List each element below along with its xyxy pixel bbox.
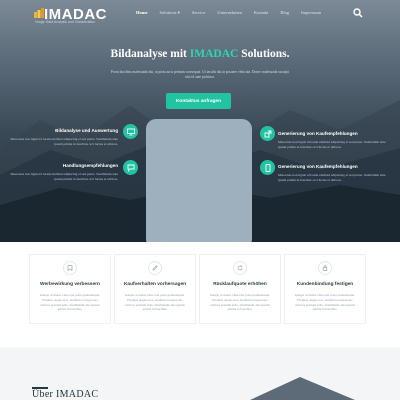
service-title: Rücklaufquote erhöhen: [213, 282, 267, 287]
hero-title-accent: IMADAC: [189, 48, 239, 60]
refresh-icon: [237, 265, 243, 271]
service-card-2[interactable]: Kaufverhalten vorhersagen Integer at met…: [114, 254, 196, 324]
feature-icon-share: [260, 126, 275, 141]
service-title: Kundenbindung festigen: [296, 282, 354, 287]
logo-mark-icon: [34, 8, 44, 18]
nav-kontakt[interactable]: Kontakt: [254, 10, 269, 16]
hero-section: IMADAC Image Data Analysis and Classific…: [0, 0, 400, 242]
feature-title: Generierung von Kaufempfehlungen: [278, 164, 358, 169]
service-card-1[interactable]: Werbewirkung verbessern Integer at metus…: [29, 254, 111, 324]
service-icon: [63, 261, 77, 275]
hero-title-suffix: Solutions.: [238, 48, 290, 60]
service-icon: [233, 261, 247, 275]
hero-title: Bildanalyse mit IMADAC Solutions.: [0, 48, 400, 60]
service-title: Kaufverhalten vorhersagen: [123, 282, 187, 287]
phone-icon: [265, 163, 270, 172]
main-nav: Home Solutions ▾ Service Unternehmen Kon…: [136, 10, 333, 16]
lock-icon: [322, 265, 328, 271]
feature-desc: Maecenas non ligula id lorem eleifend ad…: [278, 140, 386, 149]
service-card-4[interactable]: Kundenbindung festigen Integer at metus …: [284, 254, 366, 324]
nav-service[interactable]: Service: [192, 10, 206, 16]
feature-left-1: Bildanalyse und Auswertung Maecenas non …: [8, 128, 118, 147]
nav-unternehmen[interactable]: Unternehmen: [217, 10, 242, 16]
feature-icon-chat: [123, 160, 138, 175]
chat-icon: [127, 164, 134, 172]
share-icon: [264, 130, 271, 137]
service-title: Werbewirkung verbessern: [40, 282, 100, 287]
feature-icon-phone: [260, 160, 275, 175]
logo-tagline: Image Data Analysis and Classification: [35, 20, 96, 24]
feature-title: Handlungsempfehlungen: [62, 163, 118, 168]
hero-title-prefix: Bildanalyse mit: [110, 48, 190, 60]
feature-title: Bildanalyse und Auswertung: [55, 128, 118, 133]
nav-solutions[interactable]: Solutions ▾: [160, 10, 180, 16]
phone-mockup-image: [146, 119, 252, 242]
bookmark-icon: [67, 265, 73, 271]
search-icon[interactable]: [353, 8, 363, 18]
pencil-icon: [152, 265, 158, 271]
about-title: Über IMADAC: [32, 389, 99, 400]
monitor-icon: [126, 128, 135, 135]
feature-desc: Maecenas non ligula id lorem eleifend ad…: [278, 173, 386, 182]
feature-title: Generierung von Kaufempfehlungen: [278, 131, 358, 136]
nav-home[interactable]: Home: [136, 10, 148, 16]
feature-desc: Maecenas non ligula id lorem eleifend ad…: [10, 172, 118, 181]
service-desc: Integer at metus vitae erat porta pellen…: [40, 293, 100, 312]
service-desc: Integer at metus vitae erat porta pellen…: [125, 293, 185, 312]
service-card-3[interactable]: Rücklaufquote erhöhen Integer at metus v…: [199, 254, 281, 324]
service-desc: Integer at metus vitae erat porta pellen…: [210, 293, 270, 312]
feature-right-2: Generierung von Kaufempfehlungen Maecena…: [278, 164, 388, 183]
service-desc: Integer at metus vitae erat porta pellen…: [295, 293, 355, 312]
nav-blog[interactable]: Blog: [280, 10, 289, 16]
nav-impressum[interactable]: Impressum: [301, 10, 321, 16]
hero-subtitle: Proin faucibus malesuada dui, at porta a…: [110, 70, 290, 80]
feature-right-1: Generierung von Kaufempfehlungen Maecena…: [278, 131, 388, 150]
feature-desc: Maecenas non ligula id lorem eleifend ad…: [10, 137, 118, 146]
feature-icon-monitor: [123, 124, 138, 139]
service-icon: [318, 261, 332, 275]
contact-request-button[interactable]: Kontaktus anfragen: [166, 93, 231, 109]
service-icon: [148, 261, 162, 275]
feature-left-2: Handlungsempfehlungen Maecenas non ligul…: [8, 163, 118, 182]
